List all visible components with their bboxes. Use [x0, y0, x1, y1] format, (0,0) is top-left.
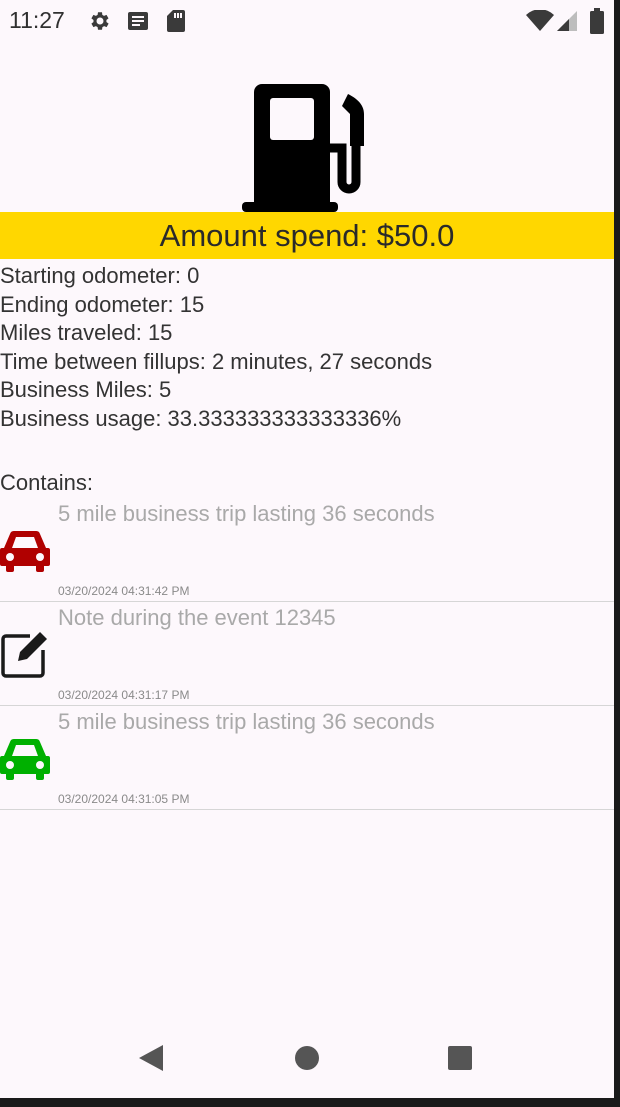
sd-card-icon [167, 10, 185, 32]
edit-note-icon [1, 632, 47, 678]
event-row-trip[interactable]: 5 mile business trip lasting 36 seconds … [0, 706, 614, 810]
app-screen: 11:27 Amount spend: $50.0 Starting odome… [0, 0, 614, 1098]
amount-spent-text: Amount spend: $50.0 [159, 217, 455, 253]
battery-icon [590, 8, 604, 34]
amount-banner: Amount spend: $50.0 [0, 212, 614, 259]
home-icon[interactable] [294, 1045, 320, 1071]
contains-label: Contains: [0, 470, 93, 495]
fillup-stats: Starting odometer: 0 Ending odometer: 15… [0, 262, 614, 433]
miles-traveled: Miles traveled: 15 [0, 320, 173, 345]
cell-signal-icon [557, 11, 577, 31]
gas-pump-icon [242, 84, 364, 212]
event-title: 5 mile business trip lasting 36 seconds [58, 709, 435, 734]
car-icon [0, 738, 50, 780]
business-miles: Business Miles: 5 [0, 377, 172, 402]
back-icon[interactable] [137, 1044, 165, 1072]
event-timestamp: 03/20/2024 04:31:17 PM [58, 688, 190, 702]
ending-odometer: Ending odometer: 15 [0, 291, 205, 317]
event-row-trip[interactable]: 5 mile business trip lasting 36 seconds … [0, 498, 614, 602]
event-title: 5 mile business trip lasting 36 seconds [58, 501, 435, 526]
events-list: 5 mile business trip lasting 36 seconds … [0, 498, 614, 810]
event-timestamp: 03/20/2024 04:31:42 PM [58, 584, 190, 598]
event-title: Note during the event 12345 [58, 605, 336, 630]
car-icon [0, 530, 50, 572]
gear-icon [91, 12, 109, 30]
status-time: 11:27 [9, 7, 65, 33]
notification-list-icon [128, 12, 148, 30]
starting-odometer: Starting odometer: 0 [0, 263, 200, 288]
business-usage: Business usage: 33.333333333333336% [0, 405, 402, 431]
wifi-icon [526, 10, 554, 31]
recents-icon[interactable] [447, 1045, 473, 1071]
time-between-fillups: Time between fillups: 2 minutes, 27 seco… [0, 348, 433, 374]
event-row-note[interactable]: Note during the event 12345 03/20/2024 0… [0, 602, 614, 706]
status-bar: 11:27 [0, 0, 614, 42]
event-timestamp: 03/20/2024 04:31:05 PM [58, 792, 190, 806]
navigation-bar [0, 1018, 614, 1098]
